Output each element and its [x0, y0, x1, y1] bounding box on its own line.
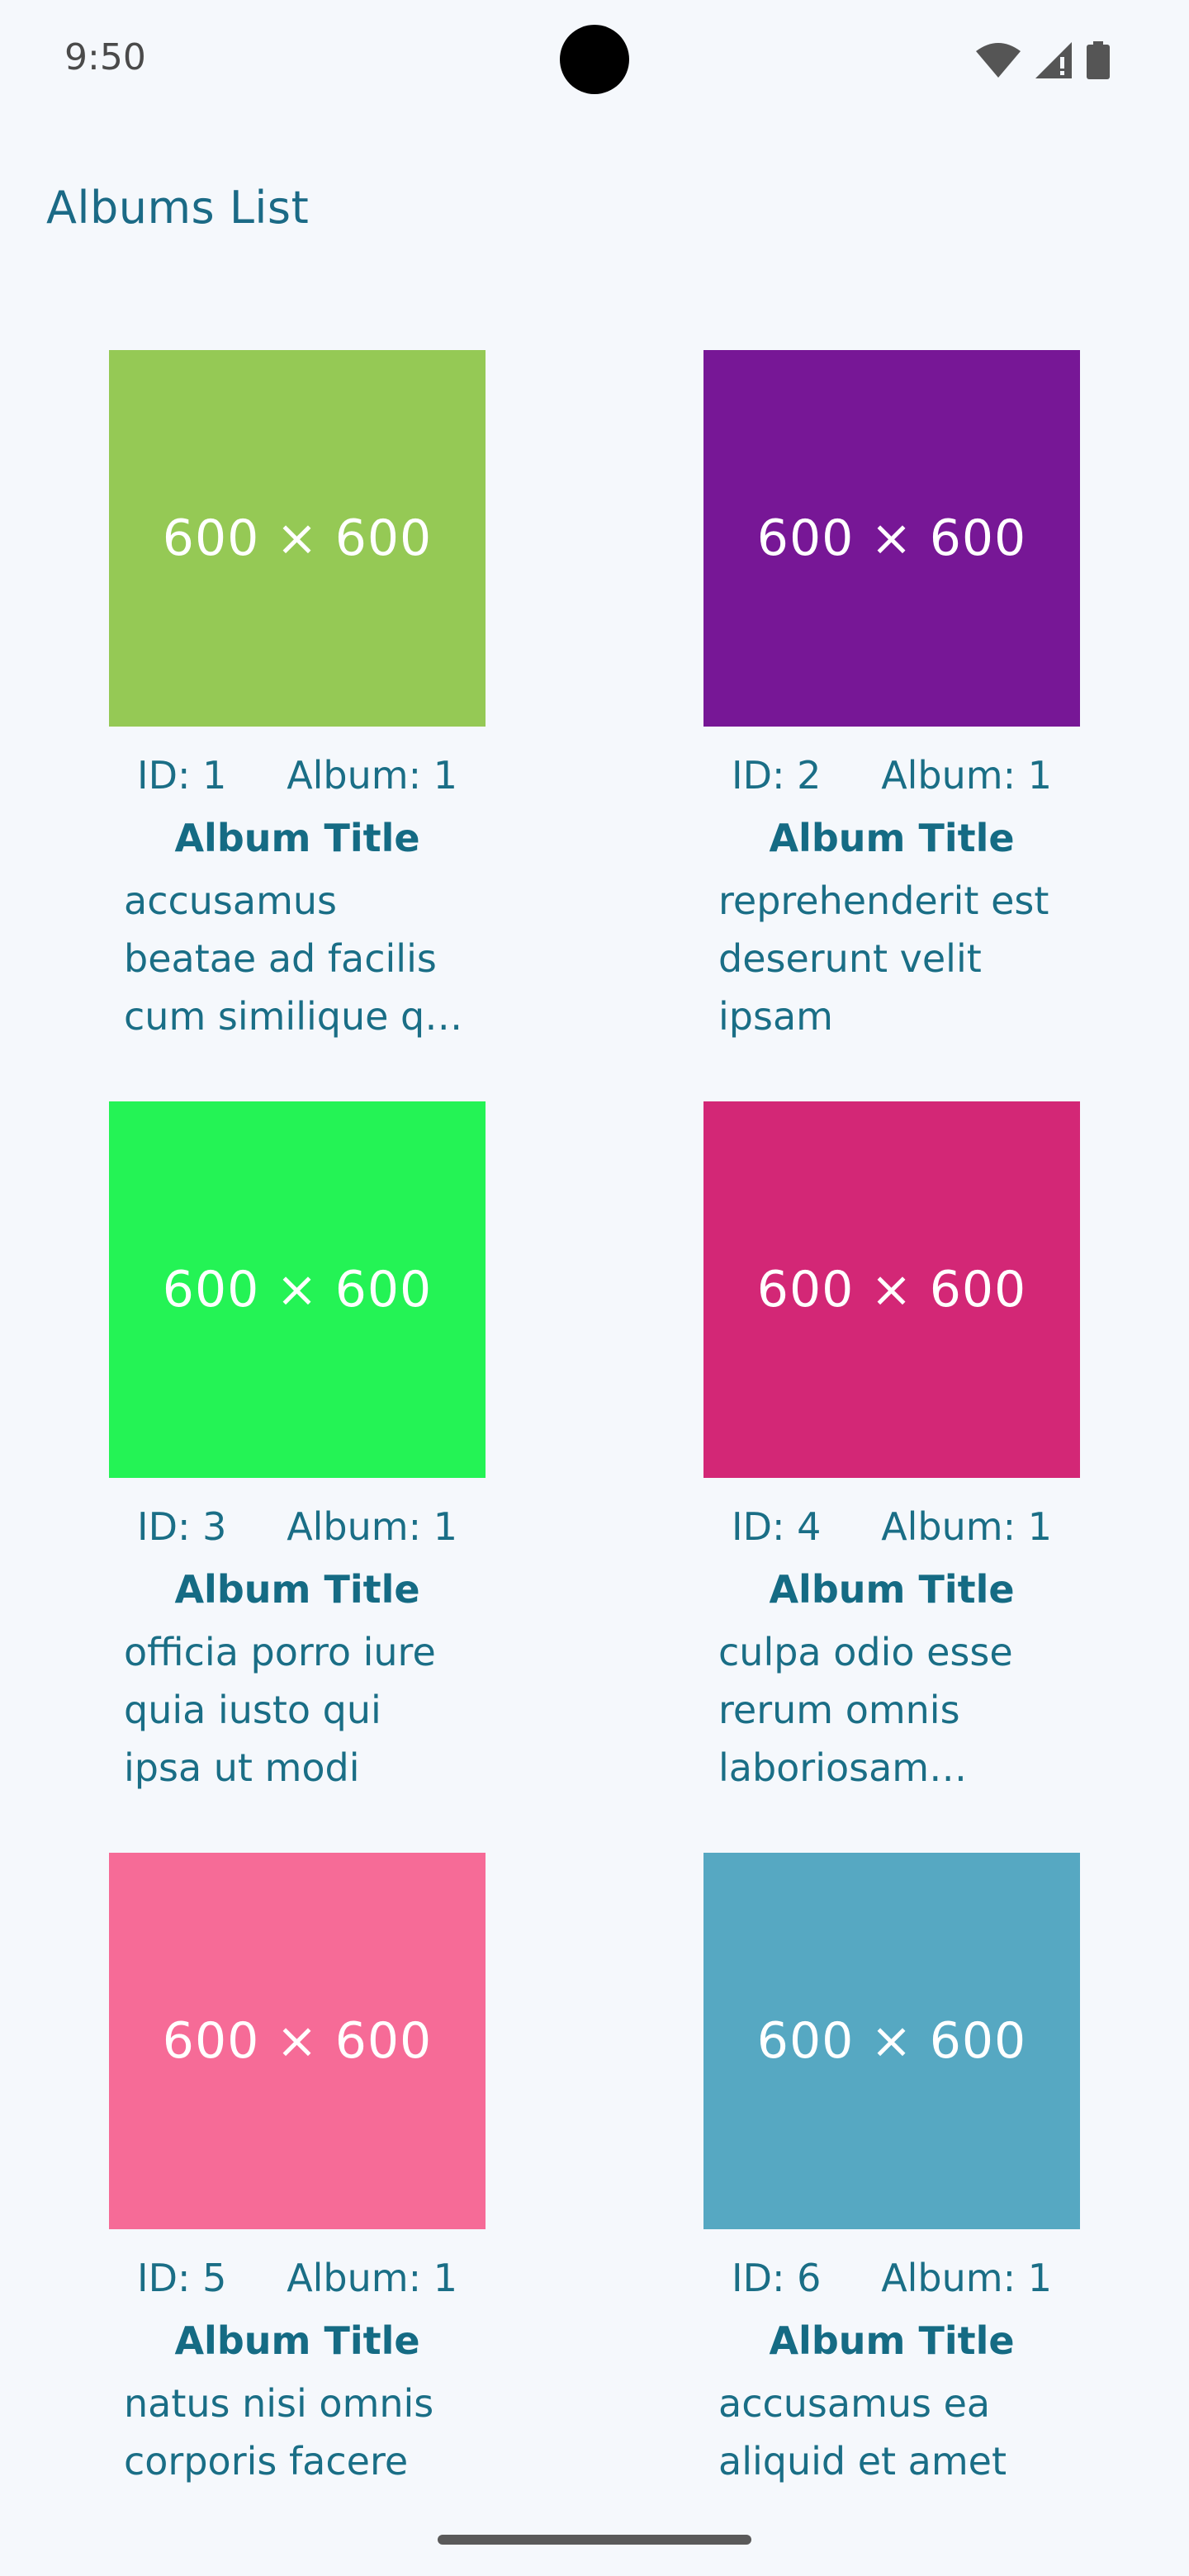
album-meta: ID: 5 Album: 1	[109, 2256, 486, 2300]
status-time: 9:50	[64, 36, 146, 78]
album-thumbnail: 600 × 600	[703, 1101, 1080, 1478]
status-icons	[976, 41, 1110, 79]
album-card[interactable]: 600 × 600 ID: 6 Album: 1 Album Title acc…	[703, 1853, 1080, 2490]
battery-icon	[1087, 41, 1110, 79]
album-number: Album: 1	[287, 2256, 457, 2300]
album-thumbnail: 600 × 600	[109, 1853, 486, 2229]
album-meta: ID: 2 Album: 1	[703, 753, 1080, 798]
album-number: Album: 1	[881, 1504, 1052, 1549]
album-card[interactable]: 600 × 600 ID: 3 Album: 1 Album Title off…	[109, 1101, 486, 1797]
album-description: natus nisi omnis corporis facere	[124, 2381, 434, 2484]
album-number: Album: 1	[881, 2256, 1052, 2300]
album-description: reprehenderit est deserunt velit ipsam	[718, 878, 1049, 1039]
album-id: ID: 1	[137, 753, 227, 798]
album-thumbnail: 600 × 600	[703, 350, 1080, 727]
album-card[interactable]: 600 × 600 ID: 2 Album: 1 Album Title rep…	[703, 350, 1080, 1045]
album-id: ID: 5	[137, 2256, 227, 2300]
album-title: Album Title	[769, 816, 1015, 860]
album-number: Album: 1	[287, 1504, 457, 1549]
album-title: Album Title	[769, 2318, 1015, 2363]
album-card[interactable]: 600 × 600 ID: 4 Album: 1 Album Title cul…	[703, 1101, 1080, 1797]
album-title: Album Title	[174, 2318, 420, 2363]
album-card[interactable]: 600 × 600 ID: 5 Album: 1 Album Title nat…	[109, 1853, 486, 2490]
album-thumbnail: 600 × 600	[109, 350, 486, 727]
album-thumbnail: 600 × 600	[703, 1853, 1080, 2229]
album-card[interactable]: 600 × 600 ID: 1 Album: 1 Album Title acc…	[109, 350, 486, 1045]
album-description: officia porro iure quia iusto qui ipsa u…	[124, 1630, 436, 1790]
album-number: Album: 1	[881, 753, 1052, 798]
signal-icon	[1035, 42, 1072, 78]
page-title: Albums List	[46, 182, 310, 234]
album-meta: ID: 4 Album: 1	[703, 1504, 1080, 1549]
album-description: culpa odio esse rerum omnis laboriosam v…	[718, 1630, 1013, 1790]
wifi-icon	[976, 43, 1021, 78]
album-id: ID: 6	[732, 2256, 822, 2300]
album-number: Album: 1	[287, 753, 457, 798]
album-id: ID: 2	[732, 753, 822, 798]
gesture-nav-handle[interactable]	[438, 2535, 751, 2545]
album-title: Album Title	[174, 816, 420, 860]
status-bar: 9:50	[0, 0, 1189, 121]
album-meta: ID: 1 Album: 1	[109, 753, 486, 798]
album-id: ID: 4	[732, 1504, 822, 1549]
album-title: Album Title	[174, 1567, 420, 1612]
album-meta: ID: 3 Album: 1	[109, 1504, 486, 1549]
camera-cutout	[560, 25, 629, 94]
album-title: Album Title	[769, 1567, 1015, 1612]
album-thumbnail: 600 × 600	[109, 1101, 486, 1478]
album-meta: ID: 6 Album: 1	[703, 2256, 1080, 2300]
album-description: accusamus beatae ad facilis cum similiqu…	[124, 878, 460, 1039]
album-description: accusamus ea aliquid et amet	[718, 2381, 1007, 2484]
album-id: ID: 3	[137, 1504, 227, 1549]
